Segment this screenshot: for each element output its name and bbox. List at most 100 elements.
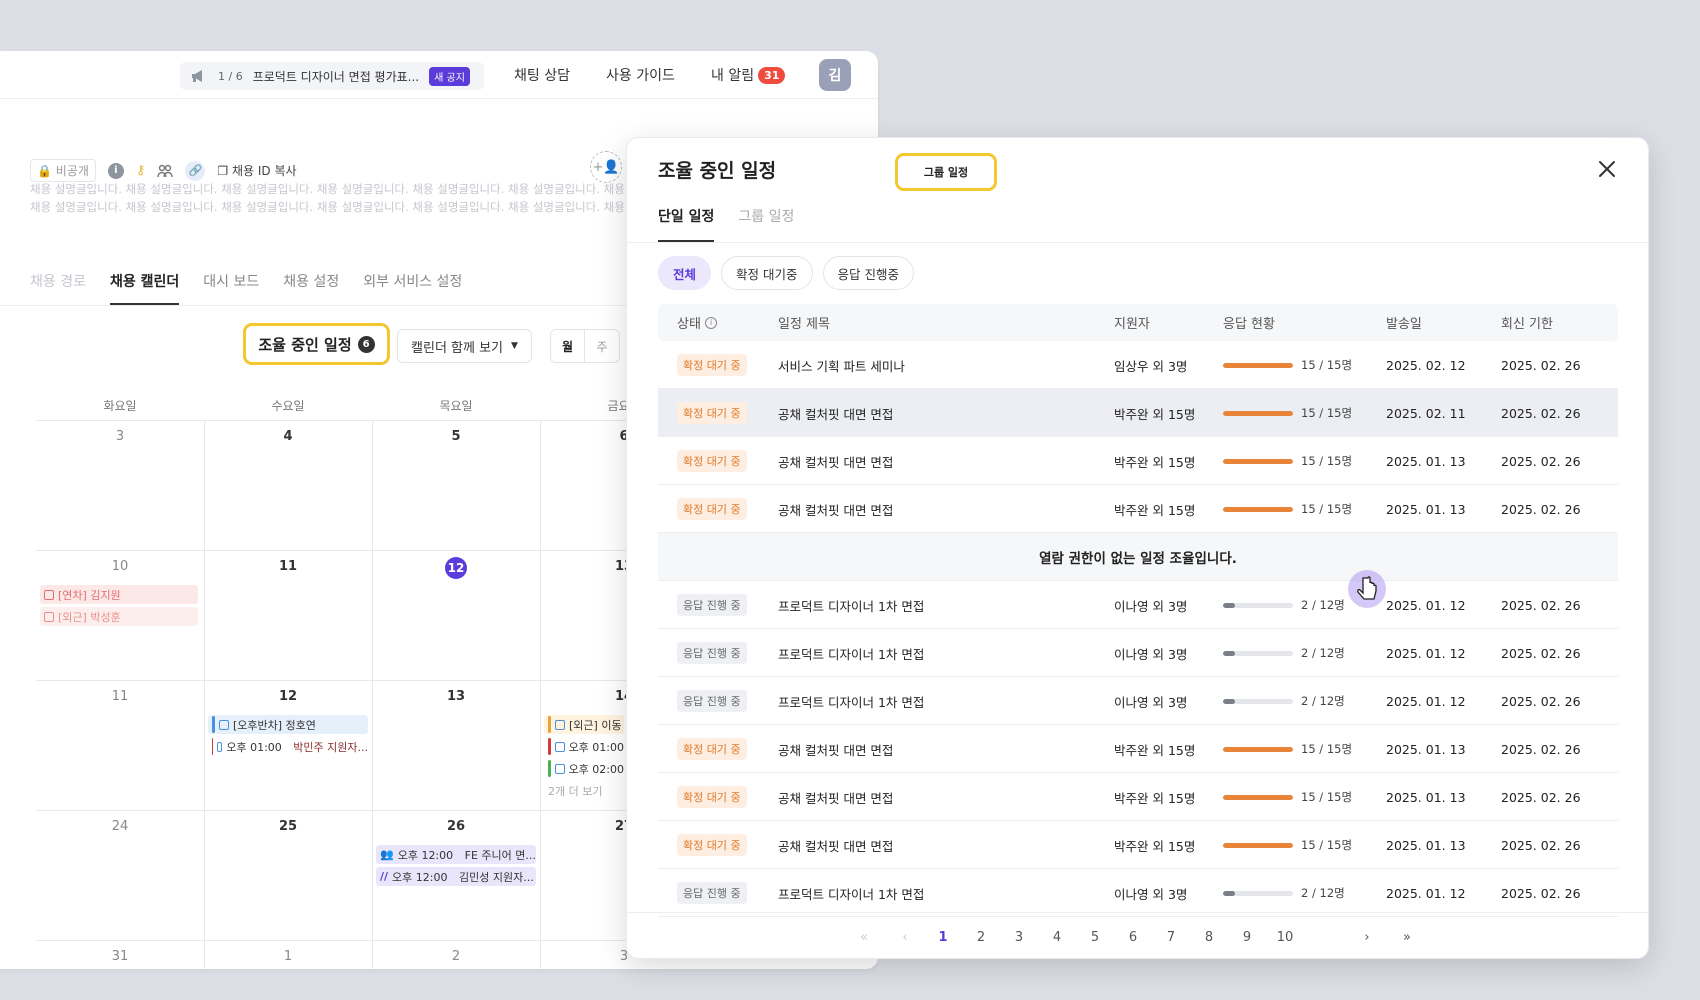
page-10-button[interactable]: 10 [1273,925,1297,949]
add-person-icon[interactable]: +👤 [590,151,622,183]
table-row[interactable]: 확정 대기 중 공채 컬처핏 대면 면접 박주완 외 15명 15 / 15명 2025… [658,773,1618,821]
filter-all[interactable]: 전체 [658,256,712,290]
page-5-button[interactable]: 5 [1083,925,1107,949]
tab-group-schedule[interactable]: 그룹 일정 [738,206,794,242]
calendar-event[interactable]: [외근] 박성훈 [40,607,198,626]
page-9-button[interactable]: 9 [1235,925,1259,949]
next-page-button[interactable]: › [1355,925,1379,949]
page-4-button[interactable]: 4 [1045,925,1069,949]
table-row[interactable]: 응답 진행 중 프로덕트 디자이너 1차 면접 이나영 외 3명 2 / 12명 202… [658,677,1618,725]
day-cell[interactable]: 26 [372,819,540,834]
nav-alerts[interactable]: 내 알림 31 [711,51,786,99]
calendar-event[interactable]: 오후 01:00 박민주 지원자... [208,737,368,756]
group-schedule-callout[interactable]: 그룹 일정 [895,153,997,191]
notice-banner[interactable]: 1 / 6 프로덕트 디자이너 면접 평가표... 새 공지 [180,62,484,90]
page-2-button[interactable]: 2 [969,925,993,949]
day-cell[interactable]: 24 [36,819,204,834]
sent-date-cell: 2025. 01. 12 [1386,885,1466,901]
calendar-icon [554,763,565,774]
page-3-button[interactable]: 3 [1007,925,1031,949]
response-progress-text: 15 / 15명 [1301,742,1353,756]
status-cell: 확정 대기 중 [677,437,747,485]
view-month-button[interactable]: 월 [551,330,585,362]
page-6-button[interactable]: 6 [1121,925,1145,949]
sent-date-cell: 2025. 01. 13 [1386,789,1466,805]
day-cell[interactable]: 31 [36,949,204,964]
last-page-button[interactable]: » [1395,925,1419,949]
status-badge: 확정 대기 중 [677,786,747,808]
pagination: « ‹ › » 1 2 3 4 5 6 7 8 9 10 [627,925,1648,949]
day-cell[interactable]: 4 [204,429,372,444]
calendar-event[interactable]: [오후반차] 정호연 [208,715,368,734]
deadline-cell: 2025. 02. 26 [1501,693,1581,709]
tab-single-schedule[interactable]: 단일 일정 [658,206,715,242]
tab-dashboard[interactable]: 대시 보드 [203,271,259,305]
tab-recruit-settings[interactable]: 채용 설정 [283,271,339,305]
tab-external-services[interactable]: 외부 서비스 설정 [363,271,462,305]
page-1-button[interactable]: 1 [931,925,955,949]
view-week-button[interactable]: 주 [585,330,619,362]
day-cell[interactable]: 12 [204,689,372,704]
calendar-event[interactable]: //오후 12:00 김민성 지원자... [376,867,536,886]
table-row[interactable]: 응답 진행 중 프로덕트 디자이너 1차 면접 이나영 외 3명 2 / 12명 202… [658,869,1618,917]
day-cell[interactable]: 25 [204,819,372,834]
prev-page-button[interactable]: ‹ [893,925,917,949]
deadline-cell: 2025. 02. 26 [1501,837,1581,853]
status-cell: 확정 대기 중 [677,725,747,773]
copy-id-button[interactable]: ❐ 채용 ID 복사 [217,162,296,179]
response-cell: 15 / 15명 [1223,821,1352,869]
nav-chat[interactable]: 채팅 상담 [514,51,570,99]
nav-guide[interactable]: 사용 가이드 [606,51,675,99]
day-cell[interactable]: 10 [36,559,204,574]
calendar-together-dropdown[interactable]: 캘린더 함께 보기 ▼ [397,329,532,363]
modal-tabs: 단일 일정 그룹 일정 [658,206,794,242]
table-row[interactable]: 응답 진행 중 프로덕트 디자이너 1차 면접 이나영 외 3명 2 / 12명 202… [658,581,1618,629]
calendar-event[interactable]: 👥 오후 12:00 FE 주니어 면... [376,845,536,864]
day-cell[interactable]: 2 [372,949,540,964]
pending-schedules-count: 6 [357,335,375,353]
day-cell[interactable]: 5 [372,429,540,444]
close-button[interactable] [1592,154,1622,184]
applicant-cell: 박주완 외 15명 [1114,742,1196,758]
calendar-event[interactable]: 오후 01:00 [544,737,624,756]
table-row[interactable]: 확정 대기 중 공채 컬처핏 대면 면접 박주완 외 15명 15 / 15명 2025… [658,821,1618,869]
description-line-2: 채용 설명글입니다. 채용 설명글입니다. 채용 설명글입니다. 채용 설명글입… [30,200,630,214]
avatar[interactable]: 김 [819,59,851,91]
col-status: 상태 i [677,304,718,341]
table-row[interactable]: 확정 대기 중 공채 컬처핏 대면 면접 박주완 외 15명 15 / 15명 2025… [658,389,1618,437]
table-row[interactable]: 확정 대기 중 공채 컬처핏 대면 면접 박주완 외 15명 15 / 15명 2025… [658,725,1618,773]
calendar-event[interactable]: [외근] 이동 [544,715,624,734]
day-cell[interactable]: 11 [36,689,204,704]
view-toggle: 월 주 [550,329,620,363]
key-icon[interactable]: ⚷ [136,163,146,178]
status-badge: 확정 대기 중 [677,738,747,760]
private-chip[interactable]: 🔒 비공개 [30,159,96,182]
tab-recruit-path[interactable]: 채용 경로 [30,271,86,305]
calendar-event[interactable]: [연차] 김지원 [40,585,198,604]
filter-in-response[interactable]: 응답 진행중 [822,256,914,290]
today-cell[interactable]: 12 [372,557,540,579]
table-row[interactable]: 확정 대기 중 공채 컬처핏 대면 면접 박주완 외 15명 15 / 15명 2025… [658,485,1618,533]
info-icon[interactable]: i [705,316,718,329]
tab-recruit-calendar[interactable]: 채용 캘린더 [109,271,180,305]
page-8-button[interactable]: 8 [1197,925,1221,949]
page-7-button[interactable]: 7 [1159,925,1183,949]
schedule-title: 서비스 기획 파트 세미나 [778,358,905,374]
table-row[interactable]: 확정 대기 중 서비스 기획 파트 세미나 임상우 외 3명 15 / 15명 2025… [658,341,1618,389]
people-icon[interactable] [157,164,174,178]
table-row[interactable]: 확정 대기 중 공채 컬처핏 대면 면접 박주완 외 15명 15 / 15명 2025… [658,437,1618,485]
day-cell[interactable]: 13 [372,689,540,704]
link-icon[interactable]: 🔗 [185,160,206,181]
more-events-link[interactable]: 2개 더 보기 [548,783,602,799]
calendar-event[interactable]: 오후 02:00 [544,759,624,778]
event-bar [548,716,551,733]
response-progress-bar [1223,602,1293,608]
info-icon[interactable]: i [107,162,124,179]
day-cell[interactable]: 1 [204,949,372,964]
first-page-button[interactable]: « [852,925,876,949]
day-cell[interactable]: 11 [204,559,372,574]
pending-schedules-button[interactable]: 조율 중인 일정 6 [243,323,390,365]
filter-awaiting-confirm[interactable]: 확정 대기중 [721,256,813,290]
day-cell[interactable]: 3 [36,429,204,444]
table-row[interactable]: 응답 진행 중 프로덕트 디자이너 1차 면접 이나영 외 3명 2 / 12명 202… [658,629,1618,677]
